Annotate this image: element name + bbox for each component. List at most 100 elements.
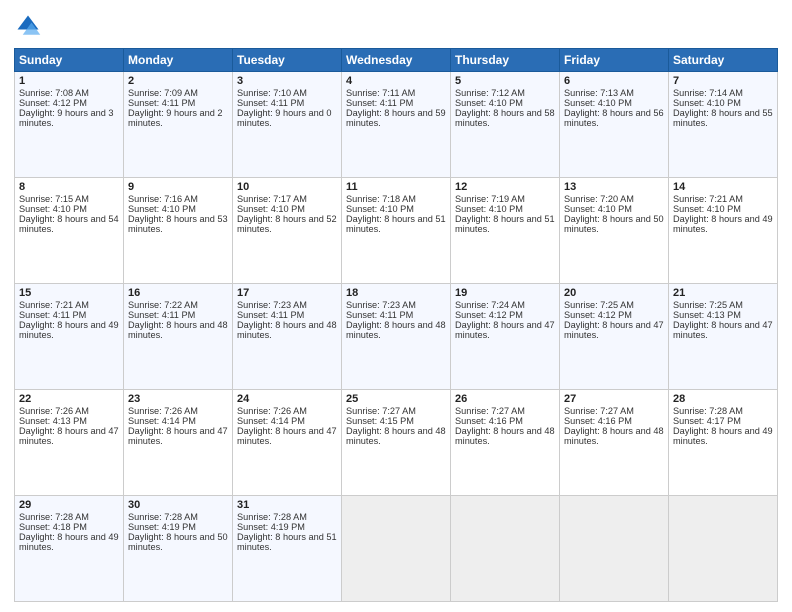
daylight-text: Daylight: 8 hours and 48 minutes. [564,426,664,446]
sunset-text: Sunset: 4:11 PM [346,310,413,320]
calendar-week-4: 22Sunrise: 7:26 AMSunset: 4:13 PMDayligh… [15,390,778,496]
calendar-cell: 20Sunrise: 7:25 AMSunset: 4:12 PMDayligh… [560,284,669,390]
sunrise-text: Sunrise: 7:17 AM [237,194,307,204]
sunrise-text: Sunrise: 7:22 AM [128,300,198,310]
sunset-text: Sunset: 4:11 PM [237,310,304,320]
sunset-text: Sunset: 4:11 PM [128,98,195,108]
day-header-saturday: Saturday [669,49,778,72]
day-number: 3 [237,75,337,87]
sunrise-text: Sunrise: 7:13 AM [564,88,634,98]
daylight-text: Daylight: 8 hours and 49 minutes. [19,532,119,552]
sunrise-text: Sunrise: 7:20 AM [564,194,634,204]
daylight-text: Daylight: 8 hours and 49 minutes. [673,214,773,234]
day-number: 31 [237,499,337,511]
daylight-text: Daylight: 8 hours and 48 minutes. [346,426,446,446]
sunset-text: Sunset: 4:17 PM [673,416,741,426]
calendar-cell [451,496,560,602]
daylight-text: Daylight: 8 hours and 56 minutes. [564,108,664,128]
day-number: 13 [564,181,664,193]
sunset-text: Sunset: 4:13 PM [19,416,87,426]
day-header-tuesday: Tuesday [233,49,342,72]
sunset-text: Sunset: 4:10 PM [346,204,414,214]
logo [14,12,46,40]
day-number: 12 [455,181,555,193]
calendar-cell: 14Sunrise: 7:21 AMSunset: 4:10 PMDayligh… [669,178,778,284]
sunset-text: Sunset: 4:14 PM [237,416,305,426]
day-number: 10 [237,181,337,193]
calendar-cell: 6Sunrise: 7:13 AMSunset: 4:10 PMDaylight… [560,72,669,178]
sunset-text: Sunset: 4:16 PM [455,416,523,426]
sunset-text: Sunset: 4:10 PM [19,204,87,214]
sunrise-text: Sunrise: 7:08 AM [19,88,89,98]
calendar-table: SundayMondayTuesdayWednesdayThursdayFrid… [14,48,778,602]
calendar-header-row: SundayMondayTuesdayWednesdayThursdayFrid… [15,49,778,72]
calendar-cell: 7Sunrise: 7:14 AMSunset: 4:10 PMDaylight… [669,72,778,178]
sunrise-text: Sunrise: 7:09 AM [128,88,198,98]
sunset-text: Sunset: 4:10 PM [564,204,632,214]
day-number: 4 [346,75,446,87]
sunrise-text: Sunrise: 7:27 AM [564,406,634,416]
calendar-cell: 21Sunrise: 7:25 AMSunset: 4:13 PMDayligh… [669,284,778,390]
sunset-text: Sunset: 4:11 PM [19,310,86,320]
calendar-cell: 25Sunrise: 7:27 AMSunset: 4:15 PMDayligh… [342,390,451,496]
daylight-text: Daylight: 8 hours and 53 minutes. [128,214,228,234]
sunset-text: Sunset: 4:12 PM [564,310,632,320]
sunrise-text: Sunrise: 7:16 AM [128,194,198,204]
daylight-text: Daylight: 9 hours and 0 minutes. [237,108,332,128]
day-number: 6 [564,75,664,87]
day-number: 2 [128,75,228,87]
sunrise-text: Sunrise: 7:18 AM [346,194,416,204]
daylight-text: Daylight: 8 hours and 50 minutes. [564,214,664,234]
sunrise-text: Sunrise: 7:12 AM [455,88,525,98]
daylight-text: Daylight: 8 hours and 47 minutes. [455,320,555,340]
sunrise-text: Sunrise: 7:10 AM [237,88,307,98]
sunrise-text: Sunrise: 7:28 AM [128,512,198,522]
daylight-text: Daylight: 8 hours and 51 minutes. [455,214,555,234]
day-header-monday: Monday [124,49,233,72]
daylight-text: Daylight: 8 hours and 48 minutes. [346,320,446,340]
calendar-cell: 28Sunrise: 7:28 AMSunset: 4:17 PMDayligh… [669,390,778,496]
day-number: 26 [455,393,555,405]
sunset-text: Sunset: 4:10 PM [673,98,741,108]
day-number: 7 [673,75,773,87]
day-header-wednesday: Wednesday [342,49,451,72]
day-number: 29 [19,499,119,511]
daylight-text: Daylight: 8 hours and 58 minutes. [455,108,555,128]
sunset-text: Sunset: 4:10 PM [128,204,196,214]
sunset-text: Sunset: 4:19 PM [237,522,305,532]
daylight-text: Daylight: 8 hours and 54 minutes. [19,214,119,234]
sunrise-text: Sunrise: 7:14 AM [673,88,743,98]
sunset-text: Sunset: 4:10 PM [237,204,305,214]
daylight-text: Daylight: 8 hours and 47 minutes. [673,320,773,340]
day-number: 27 [564,393,664,405]
day-number: 9 [128,181,228,193]
daylight-text: Daylight: 8 hours and 59 minutes. [346,108,446,128]
daylight-text: Daylight: 8 hours and 55 minutes. [673,108,773,128]
day-number: 28 [673,393,773,405]
daylight-text: Daylight: 9 hours and 3 minutes. [19,108,114,128]
calendar-cell: 19Sunrise: 7:24 AMSunset: 4:12 PMDayligh… [451,284,560,390]
day-number: 30 [128,499,228,511]
header [14,12,778,40]
sunrise-text: Sunrise: 7:23 AM [346,300,416,310]
day-number: 11 [346,181,446,193]
day-number: 22 [19,393,119,405]
calendar-cell: 2Sunrise: 7:09 AMSunset: 4:11 PMDaylight… [124,72,233,178]
daylight-text: Daylight: 8 hours and 48 minutes. [455,426,555,446]
day-number: 1 [19,75,119,87]
daylight-text: Daylight: 8 hours and 48 minutes. [237,320,337,340]
day-number: 19 [455,287,555,299]
sunrise-text: Sunrise: 7:21 AM [19,300,89,310]
calendar-cell: 27Sunrise: 7:27 AMSunset: 4:16 PMDayligh… [560,390,669,496]
sunrise-text: Sunrise: 7:23 AM [237,300,307,310]
calendar-cell: 8Sunrise: 7:15 AMSunset: 4:10 PMDaylight… [15,178,124,284]
calendar-cell: 10Sunrise: 7:17 AMSunset: 4:10 PMDayligh… [233,178,342,284]
day-number: 17 [237,287,337,299]
sunset-text: Sunset: 4:10 PM [455,204,523,214]
sunset-text: Sunset: 4:11 PM [128,310,195,320]
day-number: 15 [19,287,119,299]
calendar-cell: 9Sunrise: 7:16 AMSunset: 4:10 PMDaylight… [124,178,233,284]
daylight-text: Daylight: 8 hours and 49 minutes. [673,426,773,446]
sunrise-text: Sunrise: 7:24 AM [455,300,525,310]
calendar-cell: 18Sunrise: 7:23 AMSunset: 4:11 PMDayligh… [342,284,451,390]
